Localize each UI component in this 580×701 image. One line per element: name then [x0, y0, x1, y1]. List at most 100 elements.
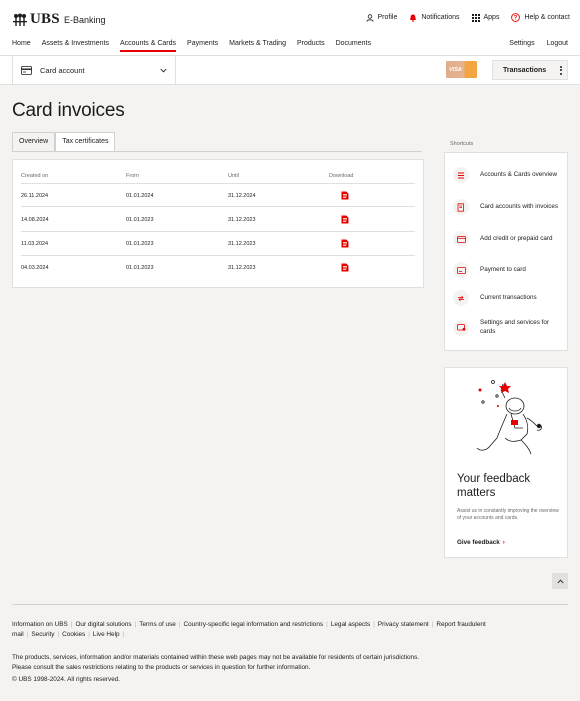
right-navigation: Settings Logout: [509, 40, 568, 47]
profile-label: Profile: [377, 14, 398, 21]
copyright: © UBS 1998-2024. All rights reserved.: [12, 676, 121, 683]
account-selector[interactable]: Card account: [12, 56, 176, 84]
column-header-until: Until: [228, 173, 240, 179]
cell-until: 31.12.2023: [228, 217, 256, 223]
column-header-download: Download: [329, 173, 354, 179]
profile-button[interactable]: Profile: [365, 13, 398, 22]
cell-until: 31.12.2023: [228, 265, 256, 271]
shortcut-current-transactions[interactable]: Current transactions: [453, 290, 563, 306]
main-navigation: Home Assets & Investments Accounts & Car…: [12, 40, 382, 52]
footer-link-country-legal[interactable]: Country-specific legal information and r…: [184, 621, 324, 628]
footer-link-legal-aspects[interactable]: Legal aspects: [331, 621, 370, 628]
transactions-label: Transactions: [503, 66, 547, 74]
footer-link-cookies[interactable]: Cookies: [62, 631, 85, 638]
page-title: Card invoices: [12, 100, 125, 121]
tabs: Overview Tax certificates: [12, 132, 116, 151]
column-header-created-on: Created on: [21, 173, 49, 179]
shortcut-label: Settings and services for cards: [480, 319, 549, 335]
tab-tax-certificates[interactable]: Tax certificates: [55, 132, 116, 151]
logout-link[interactable]: Logout: [547, 40, 568, 47]
card-payment-icon: [453, 262, 469, 278]
settings-link[interactable]: Settings: [509, 40, 534, 47]
table-row: 14.08.2024 01.01.2023 31.12.2023: [21, 208, 415, 232]
add-card-icon: [453, 231, 469, 247]
give-feedback-label: Give feedback: [457, 539, 500, 546]
shortcut-accounts-cards-overview[interactable]: Accounts & Cards overview: [453, 167, 563, 183]
footer-links: Information on UBS | Our digital solutions…: [12, 621, 486, 638]
account-selector-label: Card account: [40, 65, 85, 75]
table-row: 11.03.2024 01.01.2023 31.12.2023: [21, 232, 415, 256]
cell-from: 01.01.2024: [126, 193, 154, 199]
top-actions: Profile Notifications Apps ? Help & cont…: [365, 13, 570, 22]
shortcut-card-accounts-invoices[interactable]: Card accounts with invoices: [453, 199, 563, 215]
shortcut-label: Payment to card: [480, 265, 526, 273]
astronaut-illustration: [476, 380, 542, 455]
help-contact-button[interactable]: ? Help & contact: [511, 13, 570, 22]
card-icon: [21, 65, 32, 75]
pdf-download-icon[interactable]: [341, 191, 349, 200]
logo-text: UBS: [30, 11, 60, 27]
footer-link-privacy[interactable]: Privacy statement: [378, 621, 429, 628]
shortcuts-panel: Accounts & Cards overview Card accounts …: [444, 152, 568, 351]
footer-link-information[interactable]: Information on UBS: [12, 621, 68, 628]
tab-divider: [12, 151, 422, 152]
shortcut-label: Current transactions: [480, 293, 537, 301]
table-row: 04.03.2024 01.01.2023 31.12.2023: [21, 256, 415, 280]
disclaimer-line-2: Please consult the sales restrictions re…: [12, 663, 311, 671]
pdf-download-icon[interactable]: [341, 215, 349, 224]
cell-from: 01.01.2023: [126, 241, 154, 247]
ubs-logo[interactable]: UBS: [12, 11, 60, 28]
apps-button[interactable]: Apps: [471, 13, 500, 22]
nav-markets-trading[interactable]: Markets & Trading: [229, 40, 286, 52]
back-to-top-button[interactable]: [552, 573, 568, 589]
footer-link-digital-solutions[interactable]: Our digital solutions: [75, 621, 131, 628]
shortcut-label: Add credit or prepaid card: [480, 234, 553, 242]
cell-created-on: 11.03.2024: [21, 241, 49, 247]
footer-link-terms[interactable]: Terms of use: [139, 621, 176, 628]
more-options-icon[interactable]: [555, 65, 567, 75]
pdf-download-icon[interactable]: [341, 263, 349, 272]
apps-label: Apps: [483, 14, 500, 21]
grid-icon: [471, 13, 480, 22]
footer-link-security[interactable]: Security: [31, 631, 54, 638]
shortcut-label: Accounts & Cards overview: [480, 170, 557, 178]
nav-products[interactable]: Products: [297, 40, 325, 52]
shortcuts-heading: Shortcuts: [450, 141, 474, 147]
cell-created-on: 04.03.2024: [21, 265, 49, 271]
tab-overview[interactable]: Overview: [12, 132, 56, 151]
nav-accounts-cards[interactable]: Accounts & Cards: [120, 40, 177, 52]
notifications-label: Notifications: [421, 14, 460, 21]
shortcut-add-card[interactable]: Add credit or prepaid card: [453, 231, 563, 247]
feedback-title: Your feedback matters: [457, 473, 531, 500]
nav-documents[interactable]: Documents: [336, 40, 371, 52]
account-context-bar: Card account VISA Transactions: [0, 55, 580, 85]
table-row: 26.11.2024 01.01.2024 31.12.2024: [21, 183, 415, 207]
cell-created-on: 26.11.2024: [21, 193, 49, 199]
footer-link-live-help[interactable]: Live Help: [93, 631, 120, 638]
invoice-icon: [453, 199, 469, 215]
give-feedback-link[interactable]: Give feedback ›: [457, 539, 505, 546]
nav-assets-investments[interactable]: Assets & Investments: [42, 40, 109, 52]
nav-payments[interactable]: Payments: [187, 40, 218, 52]
chevron-up-icon: [556, 579, 564, 583]
visa-card-thumbnail[interactable]: VISA: [446, 61, 477, 78]
pdf-download-icon[interactable]: [341, 239, 349, 248]
help-icon: ?: [511, 13, 521, 22]
transfer-icon: [453, 290, 469, 306]
top-bar: UBS E-Banking Profile Notifications Apps…: [0, 0, 580, 55]
transactions-button[interactable]: Transactions: [492, 60, 568, 80]
feedback-text: Assist us in constantly improving the ov…: [457, 508, 559, 522]
notifications-button[interactable]: Notifications: [409, 14, 460, 22]
shortcut-payment-to-card[interactable]: Payment to card: [453, 262, 563, 278]
nav-home[interactable]: Home: [12, 40, 31, 52]
footer-divider: [12, 604, 568, 605]
shortcut-card-settings[interactable]: Settings and services for cards: [453, 319, 563, 337]
shortcut-label: Card accounts with invoices: [480, 202, 559, 210]
invoices-table: Created on From Until Download 26.11.202…: [12, 159, 424, 288]
cell-until: 31.12.2023: [228, 241, 256, 247]
column-header-from: From: [126, 173, 139, 179]
svg-text:?: ?: [514, 16, 518, 22]
disclaimer-line-1: The products, services, information and/…: [12, 654, 420, 661]
list-icon: [453, 167, 469, 183]
user-icon: [365, 13, 374, 22]
